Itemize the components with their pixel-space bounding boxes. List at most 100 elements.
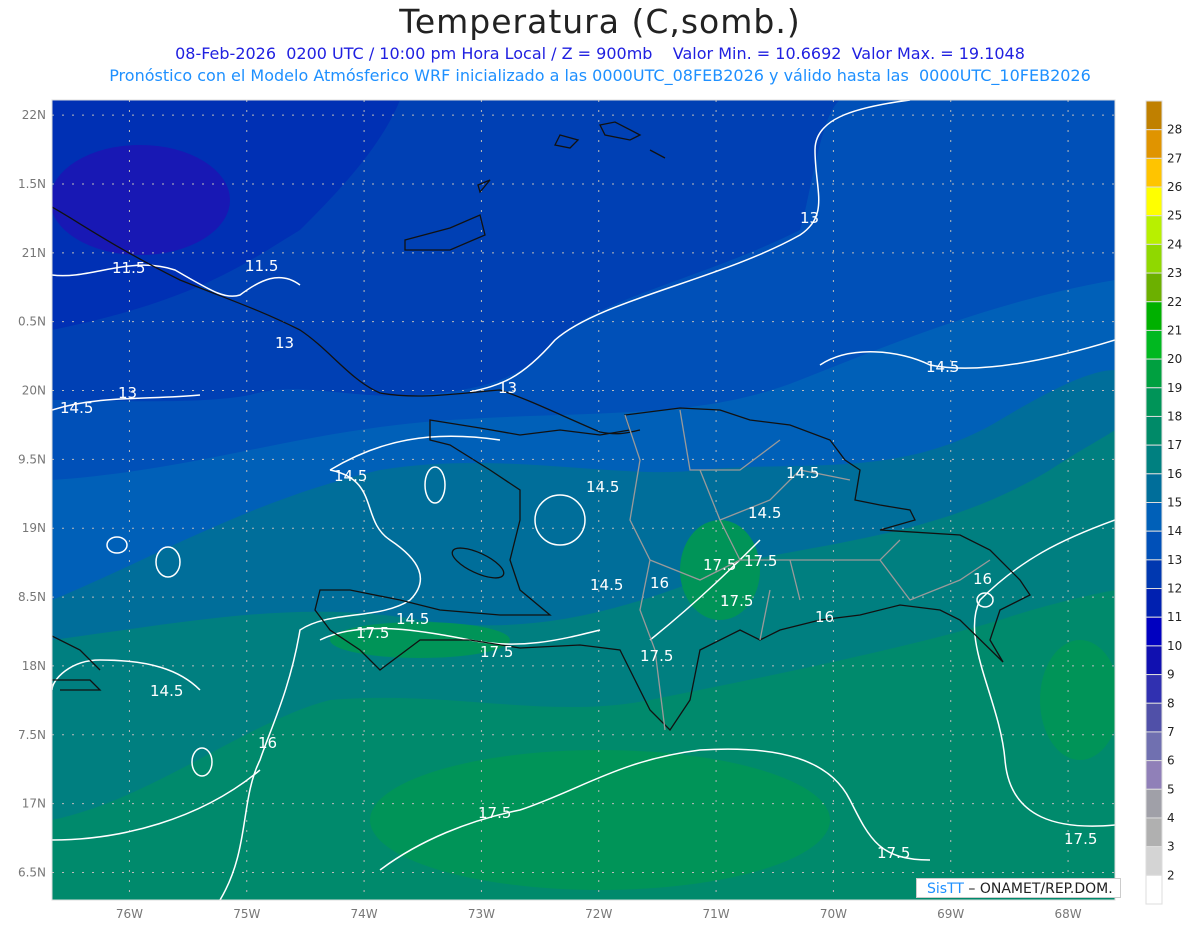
colorbar-swatch [1145,444,1163,475]
contour-label: 13 [498,379,517,397]
contour-label: 17.5 [744,552,777,570]
colorbar: 2827262524232221201918171615141312111098… [1145,100,1182,905]
colorbar-swatch [1145,129,1163,159]
colorbar-label: 4 [1167,811,1175,825]
colorbar-swatch [1145,788,1163,819]
colorbar-swatch [1145,157,1163,188]
contour-label: 16 [258,734,277,752]
contour-label: 17.5 [703,556,736,574]
colorbar-label: 12 [1167,582,1182,596]
colorbar-label: 16 [1167,467,1182,481]
contour-label: 11.5 [245,257,278,275]
lat-tick-label: 17N [22,797,46,811]
lat-tick-label: 1.5N [18,177,46,191]
contour-label: 17.5 [640,647,673,665]
colorbar-swatch [1145,358,1163,389]
contour-label: 13 [118,384,137,402]
lon-tick-label: 73W [468,907,495,921]
contour-label: 16 [973,570,992,588]
colorbar-swatch [1145,387,1163,417]
colorbar-label: 20 [1167,352,1182,366]
contour-label: 14.5 [60,399,93,417]
colorbar-label: 21 [1167,323,1182,337]
colorbar-label: 19 [1167,381,1182,395]
lon-tick-label: 74W [351,907,378,921]
colorbar-label: 15 [1167,496,1182,510]
colorbar-label: 22 [1167,295,1182,309]
colorbar-label: 6 [1167,754,1175,768]
colorbar-label: 11 [1167,610,1182,624]
contour-label: 14.5 [926,358,959,376]
contour-label: 14.5 [334,467,367,485]
colorbar-label: 9 [1167,668,1175,682]
lat-tick-label: 22N [22,108,46,122]
contour-label: 17.5 [356,624,389,642]
contour-label: 14.5 [586,478,619,496]
colorbar-swatch [1145,559,1163,590]
lat-tick-label: 21N [22,246,46,260]
colorbar-swatch [1145,760,1163,790]
shaded-field [52,100,1115,900]
lon-tick-label: 69W [937,907,964,921]
contour-label: 14.5 [748,504,781,522]
colorbar-swatch [1145,731,1163,762]
colorbar-label: 7 [1167,725,1175,739]
lat-tick-label: 8.5N [18,590,46,604]
contour-label: 14.5 [396,610,429,628]
contour-label: 17.5 [720,592,753,610]
colorbar-label: 10 [1167,639,1182,653]
colorbar-swatch [1145,616,1163,647]
credit-box: SisTT – ONAMET/REP.DOM. [916,878,1121,898]
colorbar-swatch [1145,301,1163,331]
colorbar-swatch [1145,817,1163,848]
lat-tick-label: 18N [22,659,46,673]
colorbar-swatch [1145,846,1163,876]
colorbar-swatch [1145,502,1163,532]
colorbar-label: 25 [1167,209,1182,223]
lat-tick-label: 20N [22,384,46,398]
colorbar-swatch [1145,473,1163,504]
lon-tick-label: 68W [1054,907,1081,921]
colorbar-swatch [1145,243,1163,274]
colorbar-label: 27 [1167,151,1182,165]
colorbar-swatch [1145,645,1163,676]
contour-label: 14.5 [590,576,623,594]
colorbar-swatch [1145,702,1163,733]
colorbar-swatch [1145,530,1163,561]
lat-tick-label: 0.5N [18,315,46,329]
colorbar-label: 26 [1167,180,1182,194]
contour-label: 11.5 [112,259,145,277]
lat-tick-label: 7.5N [18,728,46,742]
credit-text: – ONAMET/REP.DOM. [963,881,1113,897]
lon-tick-label: 71W [703,907,730,921]
colorbar-swatch [1145,329,1163,360]
lon-tick-label: 70W [820,907,847,921]
lon-tick-label: 76W [116,907,143,921]
colorbar-label: 28 [1167,123,1182,137]
contour-label: 17.5 [480,643,513,661]
lat-tick-label: 19N [22,521,46,535]
colorbar-label: 5 [1167,782,1175,796]
colorbar-label: 14 [1167,524,1182,538]
colorbar-label: 17 [1167,438,1182,452]
colorbar-swatch [1145,100,1163,131]
lon-tick-label: 72W [585,907,612,921]
contour-label: 17.5 [478,804,511,822]
contour-label: 14.5 [786,464,819,482]
colorbar-label: 24 [1167,237,1182,251]
colorbar-swatch [1145,186,1163,217]
colorbar-swatch [1145,272,1163,303]
colorbar-label: 23 [1167,266,1182,280]
colorbar-swatch [1145,674,1163,704]
sistt-logo: SisTT [927,881,964,897]
lon-tick-label: 75W [233,907,260,921]
colorbar-label: 13 [1167,553,1182,567]
colorbar-swatch [1145,215,1163,245]
lat-tick-label: 9.5N [18,452,46,466]
colorbar-swatch [1145,415,1163,446]
colorbar-label: 8 [1167,696,1175,710]
contour-label: 16 [815,608,834,626]
lat-tick-label: 6.5N [18,865,46,879]
contour-label: 13 [800,209,819,227]
contour-label: 16 [650,574,669,592]
